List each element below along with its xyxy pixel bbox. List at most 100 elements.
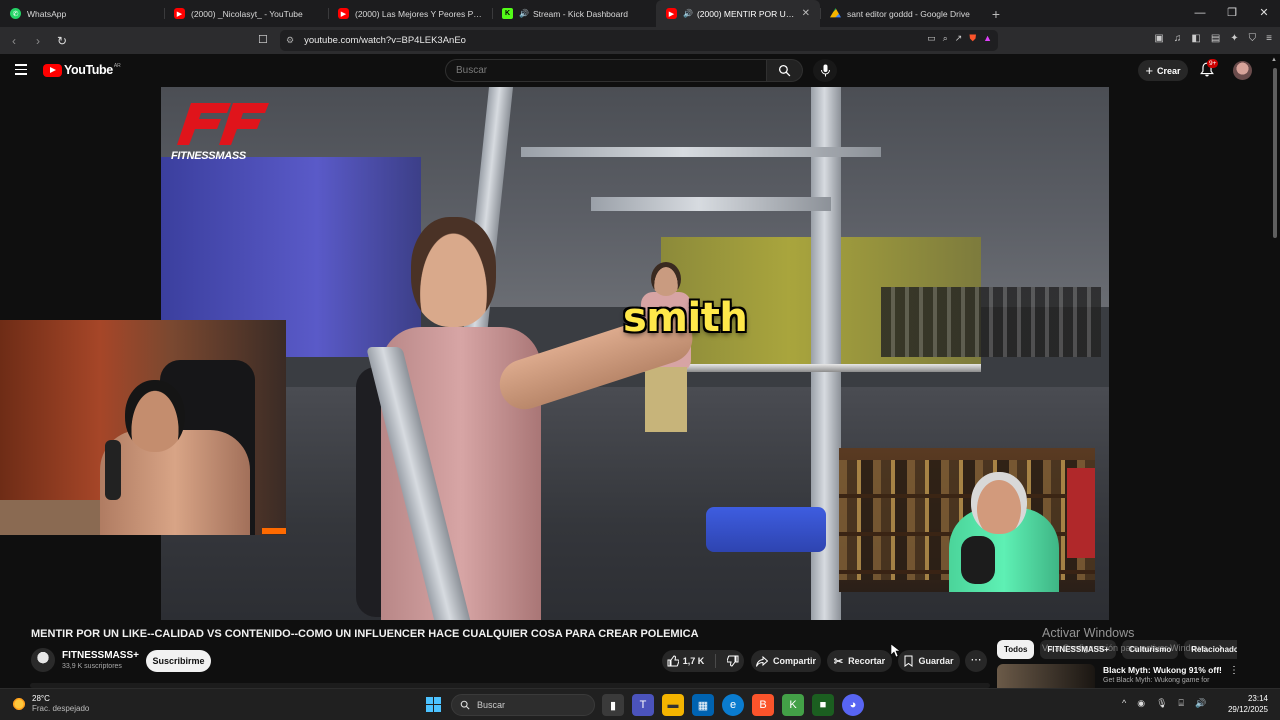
restore-icon[interactable]: ❐ bbox=[1216, 0, 1248, 27]
bookmark-save-icon bbox=[904, 655, 913, 667]
thumbs-up-icon bbox=[667, 655, 679, 667]
zoom-icon[interactable]: ⌕ bbox=[943, 33, 948, 44]
more-actions-icon[interactable]: ⋯ bbox=[965, 650, 987, 672]
notifications-button[interactable]: 9+ bbox=[1200, 59, 1219, 78]
search-input[interactable] bbox=[456, 65, 766, 76]
tab-youtube-peliculas[interactable]: ▶ (2000) Las Mejores Y Peores Películas bbox=[328, 0, 492, 27]
recommended-title[interactable]: Black Myth: Wukong 91% off! bbox=[1103, 665, 1222, 675]
vpn-icon[interactable]: ⛉ bbox=[1249, 33, 1257, 44]
tab-google-drive[interactable]: sant editor goddd - Google Drive bbox=[820, 0, 984, 27]
sidebar-icon[interactable]: ◧ bbox=[1191, 33, 1200, 44]
create-button[interactable]: + Crear bbox=[1138, 60, 1188, 81]
channel-avatar[interactable] bbox=[31, 648, 55, 672]
kick-app-icon[interactable]: K bbox=[782, 694, 804, 716]
save-button[interactable]: Guardar bbox=[898, 650, 960, 672]
like-button[interactable]: 1,7 K bbox=[667, 655, 705, 667]
microphone-tray-icon[interactable]: 🎙 bbox=[1156, 698, 1167, 709]
tab-whatsapp[interactable]: ✆ WhatsApp bbox=[0, 0, 164, 27]
youtube-logo[interactable]: YouTube AR bbox=[43, 63, 121, 77]
youtube-play-icon bbox=[43, 63, 62, 77]
weather-widget[interactable]: 28°C Frac. despejado bbox=[12, 694, 89, 714]
scrollbar-thumb[interactable] bbox=[1273, 68, 1277, 238]
youtube-header: YouTube AR + Crear 9+ bbox=[0, 54, 1270, 87]
taskbar-apps: ▮ T ▬ ▦ e B K ■ ◕ bbox=[602, 694, 864, 716]
address-bar[interactable]: ⚙ youtube.com/watch?v=BP4LEK3AnEo ▭ ⌕ ↗ … bbox=[280, 30, 998, 51]
minimize-icon[interactable]: — bbox=[1184, 0, 1216, 27]
plus-icon: + bbox=[1145, 63, 1154, 78]
like-count: 1,7 K bbox=[682, 656, 705, 666]
taskbar-search[interactable]: Buscar bbox=[451, 694, 595, 716]
page-scrollbar[interactable]: ▲ bbox=[1270, 54, 1280, 688]
channel-name[interactable]: FITNESSMASS+ bbox=[62, 650, 139, 661]
tab-kick-dashboard[interactable]: K 🔊 Stream - Kick Dashboard bbox=[492, 0, 656, 27]
like-dislike-group: 1,7 K bbox=[662, 650, 744, 672]
bookmark-icon[interactable]: ☐ bbox=[258, 33, 268, 46]
chevron-up-icon[interactable]: ^ bbox=[1122, 698, 1126, 709]
scroll-up-icon[interactable]: ▲ bbox=[1271, 57, 1277, 63]
windows-start-icon[interactable] bbox=[426, 697, 441, 712]
music-icon[interactable]: ♫ bbox=[1174, 33, 1182, 44]
recommended-thumbnail[interactable] bbox=[997, 664, 1095, 688]
brave-rewards-icon[interactable]: ▲ bbox=[983, 33, 992, 44]
tab-label: sant editor goddd - Google Drive bbox=[847, 8, 970, 19]
weather-sun-icon bbox=[12, 697, 26, 711]
menu-icon[interactable]: ≡ bbox=[1266, 33, 1272, 44]
network-icon[interactable]: ⌸ bbox=[1179, 698, 1184, 709]
search-button[interactable] bbox=[767, 59, 803, 82]
reload-icon[interactable]: ↻ bbox=[52, 34, 72, 48]
smith-machine-crossbar bbox=[521, 147, 881, 157]
clip-label: Recortar bbox=[848, 656, 886, 666]
voice-search-button[interactable] bbox=[813, 59, 837, 82]
cast-icon[interactable]: ▭ bbox=[927, 33, 936, 44]
teams-icon[interactable]: T bbox=[632, 694, 654, 716]
youtube-icon: ▶ bbox=[174, 8, 185, 19]
region-code: AR bbox=[113, 63, 121, 69]
browser-tab-strip: ✆ WhatsApp ▶ (2000) _Nicolasyt_ - YouTub… bbox=[0, 0, 1280, 27]
edge-icon[interactable]: e bbox=[722, 694, 744, 716]
tab-youtube-current[interactable]: ▶ 🔊 (2000) MENTIR POR UN LIKE ✕ bbox=[656, 0, 820, 27]
leo-ai-icon[interactable]: ✦ bbox=[1230, 33, 1238, 44]
tab-label: WhatsApp bbox=[27, 8, 67, 19]
brave-shield-icon[interactable]: ⛊ bbox=[969, 33, 976, 44]
tray-app-icon[interactable]: ◉ bbox=[1137, 698, 1145, 709]
wallet-icon[interactable]: ▤ bbox=[1211, 33, 1220, 44]
chevron-right-icon[interactable]: › bbox=[1219, 642, 1222, 653]
weather-temp: 28°C bbox=[32, 694, 50, 703]
youtube-icon: ▶ bbox=[338, 8, 349, 19]
microphone-icon bbox=[820, 64, 830, 77]
subscriber-count: 33,9 K suscriptores bbox=[62, 663, 122, 670]
thumbs-down-icon[interactable] bbox=[727, 655, 739, 667]
tab-youtube-nicolasyt[interactable]: ▶ (2000) _Nicolasyt_ - YouTube bbox=[164, 0, 328, 27]
discord-icon[interactable]: ◕ bbox=[842, 694, 864, 716]
windows-taskbar: 28°C Frac. despejado Buscar ▮ T ▬ ▦ e B … bbox=[0, 688, 1280, 720]
google-drive-icon bbox=[830, 8, 841, 18]
screenshot-icon[interactable]: ▣ bbox=[1154, 33, 1163, 44]
file-explorer-icon[interactable]: ▬ bbox=[662, 694, 684, 716]
clip-button[interactable]: ✂ Recortar bbox=[827, 650, 892, 672]
chip-all[interactable]: Todos bbox=[997, 640, 1035, 659]
speaker-icon: 🔊 bbox=[519, 9, 529, 18]
close-window-icon[interactable]: ✕ bbox=[1248, 0, 1280, 27]
extensions-area: ▣ ♫ ◧ ▤ ✦ ⛉ ≡ bbox=[1154, 33, 1272, 44]
capcut-icon[interactable]: ■ bbox=[812, 694, 834, 716]
hamburger-menu-icon[interactable] bbox=[15, 64, 27, 75]
notification-badge: 9+ bbox=[1207, 59, 1219, 68]
new-tab-button[interactable]: + bbox=[984, 6, 1008, 22]
fitnessmass-logo: FITNESSMASS bbox=[171, 99, 271, 165]
share-icon[interactable]: ↗ bbox=[955, 33, 963, 44]
system-clock[interactable]: 23:14 29/12/2025 bbox=[1196, 693, 1268, 715]
site-settings-icon[interactable]: ⚙ bbox=[286, 35, 294, 46]
store-icon[interactable]: ▦ bbox=[692, 694, 714, 716]
kebab-menu-icon[interactable]: ⋮ bbox=[1229, 665, 1239, 676]
close-tab-icon[interactable]: ✕ bbox=[802, 8, 810, 19]
browser-toolbar: ‹ › ↻ ☐ ⚙ youtube.com/watch?v=BP4LEK3AnE… bbox=[0, 27, 1280, 54]
share-button[interactable]: Compartir bbox=[751, 650, 821, 672]
forward-icon[interactable]: › bbox=[28, 34, 48, 48]
back-icon[interactable]: ‹ bbox=[4, 34, 24, 48]
task-view-icon[interactable]: ▮ bbox=[602, 694, 624, 716]
recommended-subtitle: Get Black Myth: Wukong game for bbox=[1103, 677, 1210, 684]
account-avatar[interactable] bbox=[1233, 61, 1252, 80]
person-foreground bbox=[331, 217, 699, 620]
brave-icon[interactable]: B bbox=[752, 694, 774, 716]
subscribe-button[interactable]: Suscribirme bbox=[146, 650, 211, 672]
